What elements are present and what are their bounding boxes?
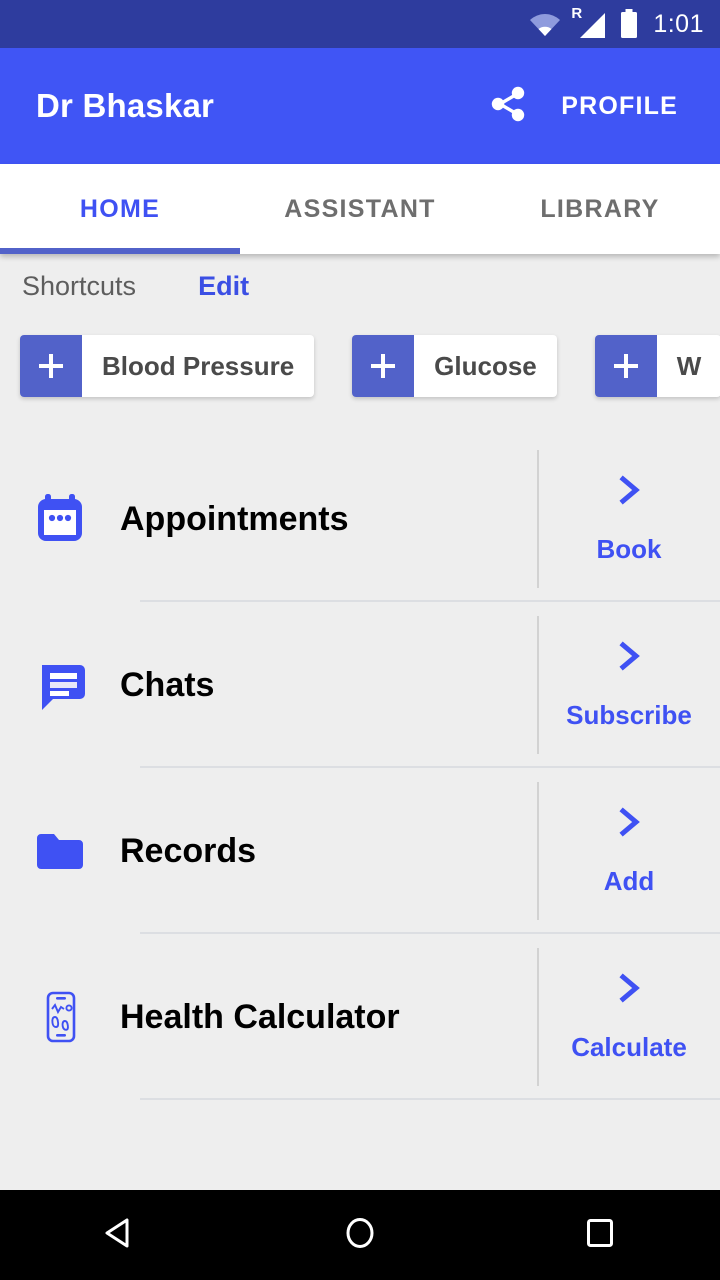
status-bar: R 1:01 [0,0,720,48]
row-divider-vertical [537,782,539,920]
signal-roaming-icon: R [571,5,609,39]
list-item-title: Appointments [120,499,349,538]
shortcut-chip-blood-pressure[interactable]: Blood Pressure [20,335,315,397]
home-icon [339,1212,381,1259]
list-item-records[interactable]: Records Add [0,768,720,934]
shortcuts-edit-button[interactable]: Edit [198,271,249,302]
shortcuts-chip-list[interactable]: Blood Pressure Glucose W [0,318,720,414]
tab-assistant[interactable]: ASSISTANT [240,164,480,254]
shortcut-chip-label: Glucose [434,350,537,381]
chat-bubble-icon [0,656,120,714]
status-bar-clock: 1:01 [653,9,704,38]
health-tracker-phone-icon [0,988,120,1046]
list-item-title: Chats [120,665,215,704]
battery-icon [619,9,639,39]
profile-button[interactable]: PROFILE [543,80,696,133]
tab-indicator [0,248,240,254]
back-icon [99,1212,141,1259]
share-icon [486,82,530,131]
chevron-right-icon [612,971,646,1010]
plus-icon[interactable] [20,335,82,397]
back-button[interactable] [60,1190,180,1280]
row-divider-vertical [537,948,539,1086]
action-label: Book [596,534,662,564]
list-item-chats[interactable]: Chats Subscribe [0,602,720,768]
app-bar: Dr Bhaskar PROFILE [0,48,720,164]
list-item-title: Health Calculator [120,997,400,1036]
wifi-icon [529,11,561,37]
calendar-icon [0,490,120,548]
list-item-action-add[interactable]: Add [538,805,720,897]
list-item-title: Records [120,831,257,870]
tab-library[interactable]: LIBRARY [480,164,720,254]
tab-home[interactable]: HOME [0,164,240,254]
feature-list: Appointments Book Chats Subscribe Record… [0,436,720,1100]
plus-icon[interactable] [594,335,657,397]
home-button[interactable] [300,1190,420,1280]
action-label: Subscribe [566,700,692,730]
recents-button[interactable] [540,1190,660,1280]
share-button[interactable] [473,71,543,141]
action-label: Calculate [571,1032,687,1062]
app-screen: R 1:01 Dr Bhaskar PROFILE HOME ASSISTANT… [0,0,720,1280]
shortcut-chip-label: Blood Pressure [102,350,295,381]
shortcut-chip-partial[interactable]: W [594,335,720,397]
list-item-health-calculator[interactable]: Health Calculator Calculate [0,934,720,1100]
shortcut-chip-label: W [676,350,702,381]
android-nav-bar [0,1190,720,1280]
row-divider-vertical [537,450,539,588]
list-item-appointments[interactable]: Appointments Book [0,436,720,602]
action-label: Add [603,866,655,896]
list-item-action-calculate[interactable]: Calculate [538,971,720,1063]
list-item-action-subscribe[interactable]: Subscribe [538,639,720,731]
row-divider-horizontal [140,1098,720,1100]
folder-icon [0,822,120,880]
tab-bar: HOME ASSISTANT LIBRARY [0,164,720,254]
row-divider-vertical [537,616,539,754]
shortcuts-header: Shortcuts Edit [0,254,720,318]
app-title: Dr Bhaskar [36,87,215,124]
chevron-right-icon [612,639,646,678]
plus-icon[interactable] [352,335,415,397]
list-item-action-book[interactable]: Book [538,473,720,565]
chevron-right-icon [612,473,646,512]
chevron-right-icon [612,805,646,844]
shortcuts-label: Shortcuts [22,270,137,301]
shortcut-chip-glucose[interactable]: Glucose [352,335,557,397]
recents-icon [579,1212,621,1259]
